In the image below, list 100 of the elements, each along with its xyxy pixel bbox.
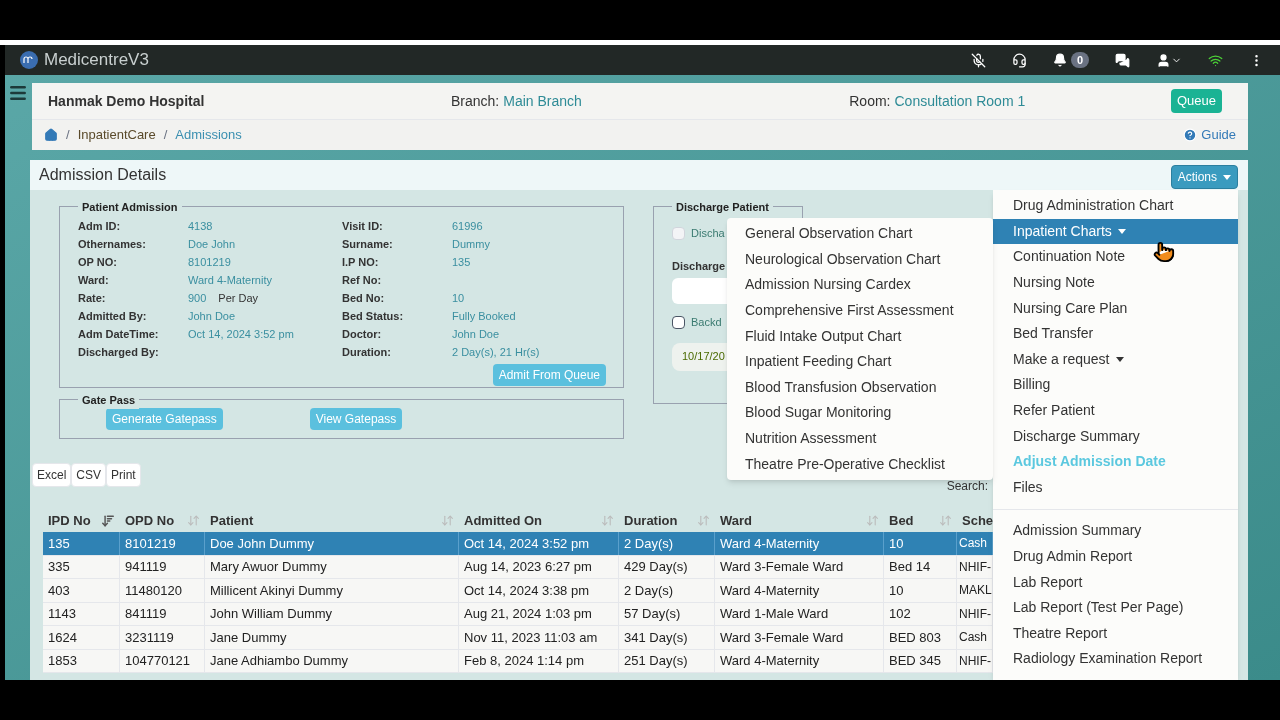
menu-item[interactable]: Theatre Report [993,620,1238,647]
submenu-item[interactable]: Blood Sugar Monitoring [727,400,993,426]
table-cell: 2 Day(s) [619,532,715,555]
user-icon[interactable] [1156,52,1171,68]
submenu-item[interactable]: Comprehensive First Assessment [727,297,993,324]
field-label: Discharged By: [78,344,160,360]
table-row[interactable]: 403 11480120 Millicent Akinyi Dummy Oct 14, 2024 3:38 pm 2 Day(s) Ward 4-Maternity 10 MAKL [43,579,993,603]
column-header[interactable]: OPD No [120,509,205,532]
menu-item[interactable]: Drug Admin Report [993,543,1238,570]
table-row[interactable]: 1143 841119 John William Dummy Aug 21, 2024 1:03 pm 57 Day(s) Ward 1-Male Ward 102 NHIF- [43,602,993,626]
submenu-item[interactable]: Theatre Pre-Operative Checklist [727,451,993,477]
checkbox[interactable] [672,315,685,329]
table-cell: 1624 [43,626,120,649]
column-header[interactable]: Patient [205,509,459,532]
field-label: Rate: [78,290,107,306]
field-value: 135 [452,254,471,270]
menu-item[interactable]: Lab Report (Test Per Page) [993,594,1238,621]
breadcrumb-separator: / [163,126,168,145]
submenu-item[interactable]: Neurological Observation Chart [727,246,993,273]
checkbox-label: Backd [691,315,722,330]
headset-icon[interactable] [1011,52,1027,68]
table-row[interactable]: 1853 104770121 Jane Adhiambo Dummy Feb 8, 2024 1:14 pm 251 Day(s) Ward 4-Maternity BED 345 NHIF- [43,649,993,673]
menu-item[interactable]: Billing [993,372,1238,398]
table-cell: 3231119 [120,626,205,649]
table-cell: Oct 14, 2024 3:52 pm [459,532,619,555]
column-header[interactable]: Sche [957,509,993,532]
table-cell: 335 [43,555,120,578]
table-row[interactable]: 135 8101219 Doe John Dummy Oct 14, 2024 3:52 pm 2 Day(s) Ward 4-Maternity 10 Cash [43,532,993,556]
column-header[interactable]: Duration [619,509,715,532]
table-cell: Ward 4-Maternity [715,532,884,555]
field-value: 2 Day(s), 21 Hr(s) [452,344,540,360]
table-cell: Doe John Dummy [205,532,459,555]
field-value: Ward 4-Maternity [188,272,272,288]
menu-item[interactable]: Nursing Note [993,269,1238,296]
column-header[interactable]: Ward [715,509,884,532]
column-header[interactable]: IPD No [43,509,120,532]
submenu-item[interactable]: Blood Transfusion Observation [727,374,993,401]
field-label: Othernames: [78,236,147,252]
guide-link[interactable]: Guide [1183,125,1236,145]
column-header[interactable]: Bed [884,509,957,532]
table-cell: 10 [884,532,957,555]
caret-icon [1115,356,1124,362]
field-label: OP NO: [78,254,118,270]
export-button[interactable]: CSV [71,463,107,487]
menu-icon[interactable] [7,83,28,103]
field-label: Ref No: [342,272,383,288]
mic-off-icon[interactable] [970,52,986,68]
field-value: Dummy [452,236,490,252]
branch-name: Main Branch [503,91,583,111]
field-label: I.P NO: [342,254,380,270]
submenu-item[interactable]: General Observation Chart [727,221,993,247]
export-button[interactable]: Excel [32,463,72,487]
menu-item[interactable]: Files [993,474,1238,501]
table-cell: BED 803 [884,626,957,649]
home-icon[interactable] [44,128,58,142]
menu-item[interactable]: Admission Summary [993,518,1238,544]
column-header[interactable]: Admitted On [459,509,619,532]
field-label: Surname: [342,236,394,252]
table-cell: Jane Adhiambo Dummy [205,649,459,672]
table-cell: 2 Day(s) [619,579,715,602]
search-label: Search: [946,478,988,495]
menu-item[interactable]: Make a request [993,346,1238,373]
brand-name[interactable]: MedicentreV3 [44,47,149,73]
table-cell: Mary Awuor Dummy [205,555,459,578]
field-label: Doctor: [342,326,383,342]
field-value: 10 [452,290,465,306]
submenu-item[interactable]: Nutrition Assessment [727,425,993,452]
table-cell: 429 Day(s) [619,555,715,578]
wifi-icon [1208,52,1223,68]
export-button[interactable]: Print [106,463,141,487]
field-label: Ward: [78,272,110,288]
field-label: Discharge [672,259,726,272]
table-cell: Ward 1-Male Ward [715,602,884,625]
field-value: Oct 14, 2024 3:52 pm [188,326,294,342]
table-cell: 1853 [43,649,120,672]
menu-item[interactable]: Refer Patient [993,397,1238,424]
menu-item[interactable]: Lab Report [993,569,1238,595]
bell-icon[interactable] [1052,53,1067,67]
menu-item[interactable]: Continuation Note [993,244,1238,270]
field-label: Adm DateTime: [78,326,160,342]
table-cell: 403 [43,579,120,602]
menu-item[interactable]: Discharge Summary [993,423,1238,449]
field-value: 4138 [188,218,213,234]
menu-item[interactable]: Drug Administration Chart [993,193,1238,219]
menu-item[interactable]: Inpatient Charts [993,218,1238,245]
chat-icon[interactable] [1115,52,1130,68]
hospital-name: Hanmak Demo Hospital [48,91,206,111]
menu-item[interactable]: Nursing Care Plan [993,295,1238,321]
menu-item[interactable]: Radiology Examination Report [993,646,1238,672]
breadcrumb-link[interactable]: InpatientCare [77,125,156,145]
branch-label: Branch: [451,91,500,111]
table-row[interactable]: 1624 3231119 Jane Dummy Nov 11, 2023 11:03 am 341 Day(s) Ward 3-Female Ward BED 803 Cash [43,626,993,650]
submenu-item[interactable]: Admission Nursing Cardex [727,272,993,298]
sort-icon[interactable] [101,513,115,528]
menu-item[interactable]: Bed Transfer [993,320,1238,347]
field-value: 61996 [452,218,483,234]
table-cell: 941119 [120,555,205,578]
table-cell: 11480120 [120,579,205,602]
table-row[interactable]: 335 941119 Mary Awuor Dummy Aug 14, 2023 6:27 pm 429 Day(s) Ward 3-Female Ward Bed 14 NHIF- [43,555,993,579]
hand-cursor-icon [1153,241,1175,263]
